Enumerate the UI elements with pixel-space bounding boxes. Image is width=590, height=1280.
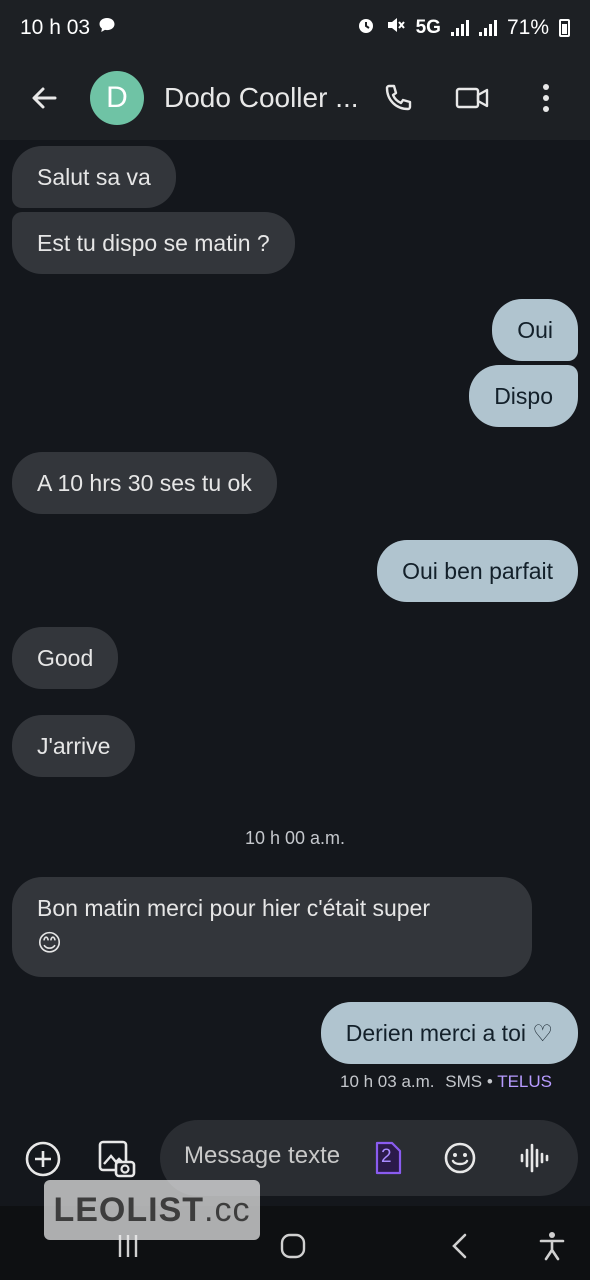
network-type: 5G	[415, 17, 441, 38]
video-call-button[interactable]	[452, 78, 492, 118]
carrier-label: TELUS	[497, 1072, 552, 1091]
smile-emoji-icon: 😊	[37, 930, 63, 957]
sim-badge-number: 2	[381, 1146, 392, 1167]
accessibility-icon	[539, 1232, 565, 1261]
emoji-icon	[444, 1142, 476, 1174]
home-icon	[280, 1233, 306, 1259]
watermark-domain: .cc	[204, 1190, 251, 1229]
message-text: J'arrive	[37, 733, 111, 759]
contact-name[interactable]: Dodo Cooller ...	[164, 82, 364, 114]
signal-icon-1	[450, 20, 469, 36]
status-left: 10 h 03	[20, 16, 116, 40]
message-bubble-incoming[interactable]: J'arrive	[12, 715, 136, 777]
message-text: Oui	[517, 317, 553, 343]
alarm-icon	[356, 15, 376, 41]
back-nav-button[interactable]	[440, 1226, 480, 1266]
more-vert-icon	[543, 84, 549, 112]
home-button[interactable]	[273, 1226, 313, 1266]
message-text: Oui ben parfait	[402, 558, 553, 584]
status-time: 10 h 03	[20, 16, 91, 39]
call-button[interactable]	[378, 78, 418, 118]
chat-notification-icon	[98, 16, 116, 40]
message-text: A 10 hrs 30 ses tu ok	[37, 470, 252, 496]
message-bubble-incoming[interactable]: Good	[12, 627, 119, 689]
message-bubble-incoming[interactable]: Salut sa va	[12, 146, 176, 208]
message-bubble-incoming[interactable]: A 10 hrs 30 ses tu ok	[12, 452, 277, 514]
chevron-left-icon	[452, 1233, 467, 1259]
back-button[interactable]	[24, 78, 64, 118]
header-actions	[378, 78, 576, 118]
conversation-header: D Dodo Cooller ...	[0, 56, 590, 140]
message-bubble-outgoing[interactable]: Derien merci a toi ♡	[320, 1002, 578, 1064]
status-right: 5G 71%	[356, 15, 570, 41]
message-bubble-incoming[interactable]: Bon matin merci pour hier c'était super …	[12, 877, 532, 977]
back-arrow-icon	[32, 87, 57, 109]
gallery-camera-icon	[98, 1140, 136, 1178]
gallery-button[interactable]	[94, 1136, 140, 1182]
message-meta: 10 h 03 a.m. SMS • TELUS	[340, 1072, 552, 1092]
leolist-watermark: LEOLIST .cc	[44, 1180, 260, 1240]
voice-waveform-icon	[520, 1143, 549, 1173]
signal-icon-2	[478, 20, 497, 36]
message-text: Good	[37, 645, 94, 671]
sim-selector-button[interactable]: 2	[368, 1138, 408, 1178]
add-circle-icon	[25, 1141, 61, 1177]
timestamp-divider: 10 h 00 a.m.	[244, 828, 346, 848]
message-bubble-outgoing[interactable]: Oui	[492, 299, 578, 361]
watermark-brand: LEOLIST	[53, 1190, 205, 1229]
voice-message-button[interactable]	[514, 1138, 554, 1178]
message-text: Derien merci a toi ♡	[345, 1020, 553, 1046]
status-bar: 10 h 03 5G 71%	[0, 0, 590, 56]
meta-separator: •	[486, 1072, 493, 1091]
message-bubble-incoming[interactable]: Est tu dispo se matin ?	[12, 212, 295, 274]
battery-percent: 71%	[506, 16, 549, 39]
message-bubble-outgoing[interactable]: Oui ben parfait	[377, 540, 578, 602]
message-text: Salut sa va	[37, 164, 151, 190]
message-list: Salut sa va Est tu dispo se matin ? Oui …	[0, 140, 590, 1120]
emoji-button[interactable]	[440, 1138, 480, 1178]
battery-icon	[559, 19, 570, 37]
accessibility-button[interactable]	[532, 1226, 572, 1266]
phone-icon	[385, 84, 412, 111]
more-options-button[interactable]	[526, 78, 566, 118]
message-text: Dispo	[494, 383, 553, 409]
video-camera-icon	[455, 87, 489, 109]
message-bubble-outgoing[interactable]: Dispo	[469, 365, 578, 427]
message-time: 10 h 03 a.m.	[340, 1072, 435, 1091]
message-text: Est tu dispo se matin ?	[37, 230, 270, 256]
add-attachment-button[interactable]	[20, 1136, 66, 1182]
mute-icon	[386, 15, 406, 41]
contact-avatar[interactable]: D	[90, 71, 144, 125]
message-type: SMS	[445, 1072, 483, 1091]
message-input-placeholder: Message texte	[184, 1142, 341, 1169]
message-text: Bon matin merci pour hier c'était super	[37, 895, 431, 921]
